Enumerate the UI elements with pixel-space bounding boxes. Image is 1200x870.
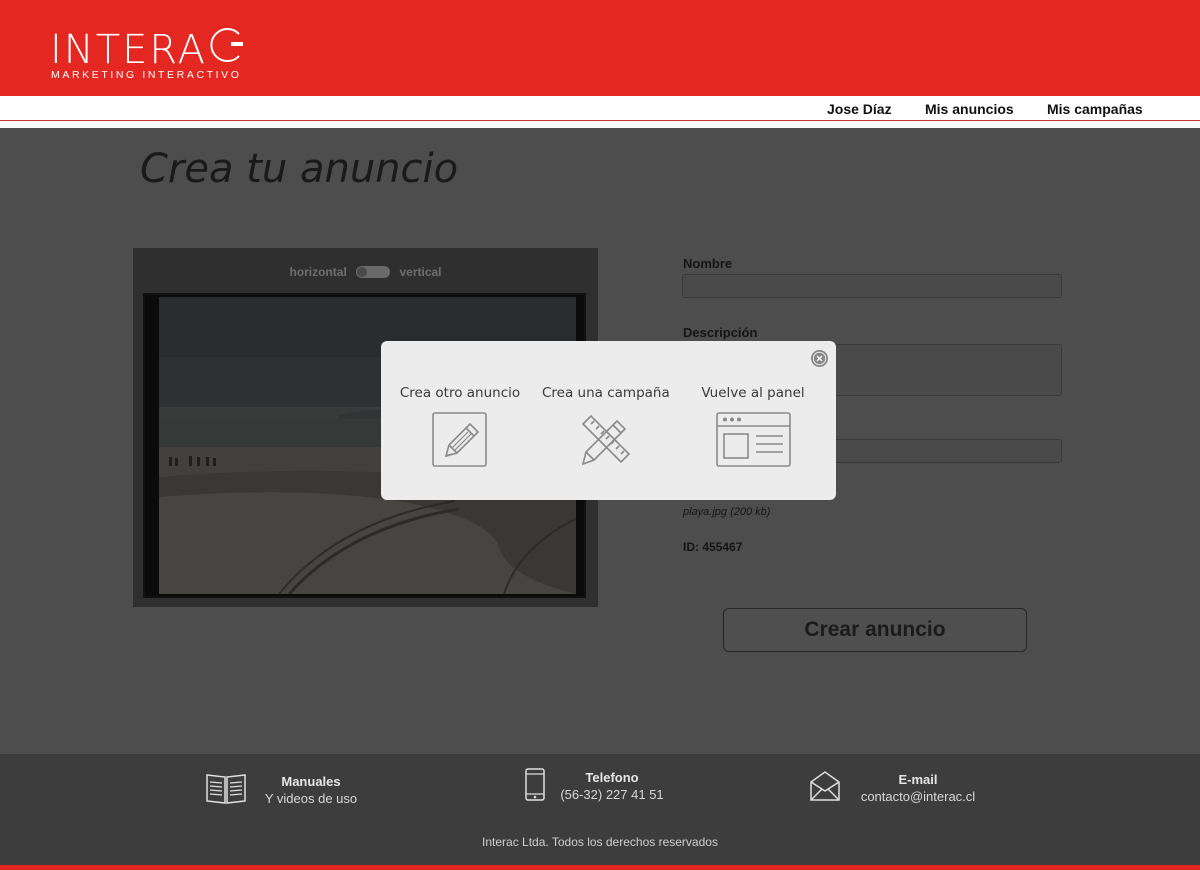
footer-phone-text: Telefono (56-32) 227 41 51: [554, 770, 670, 803]
footer-manuals-text: Manuales Y videos de uso: [260, 774, 362, 807]
footer-email-title: E-mail: [898, 772, 938, 787]
site-header: INTERA MARKETING INTERACTIVO: [0, 0, 1200, 96]
name-label: Nombre: [683, 256, 733, 271]
orientation-horizontal-label[interactable]: horizontal: [289, 265, 346, 279]
nav-divider: [0, 120, 1200, 121]
page-title: Crea tu anuncio: [140, 146, 459, 192]
footer-manuals-subtitle: Y videos de uso: [264, 791, 358, 806]
uploaded-file-name: playa.jpg (200 kb): [683, 506, 771, 518]
edit-icon: [432, 412, 487, 467]
nav-mis-anuncios[interactable]: Mis anuncios: [925, 101, 1014, 117]
toggle-knob: [357, 266, 368, 277]
footer-email-text: E-mail contacto@interac.cl: [851, 772, 985, 805]
option-create-another-ad[interactable]: Crea otro anuncio: [399, 385, 521, 475]
book-icon: [206, 774, 246, 804]
name-input[interactable]: [682, 274, 1062, 298]
browser-panel-icon: [716, 412, 791, 467]
success-modal: Crea otro anuncio Crea una campaña Vuelv…: [381, 341, 836, 500]
pencil-ruler-icon: [581, 414, 631, 466]
create-ad-button[interactable]: Crear anuncio: [723, 608, 1027, 652]
copyright-text: Interac Ltda. Todos los derechos reserva…: [482, 835, 718, 849]
ad-id: ID: 455467: [683, 540, 743, 554]
logo-c-mark: [210, 28, 243, 62]
interac-logo[interactable]: INTERA MARKETING INTERACTIVO: [50, 24, 250, 86]
footer-manuals[interactable]: Manuales Y videos de uso: [205, 768, 375, 808]
option-create-another-ad-label: Crea otro anuncio: [399, 385, 521, 401]
close-icon: [812, 351, 827, 366]
footer-email-address: contacto@interac.cl: [860, 789, 976, 804]
phone-icon: [525, 768, 545, 801]
footer-accent-bar: [0, 865, 1200, 870]
footer-phone[interactable]: Telefono (56-32) 227 41 51: [524, 768, 674, 808]
footer-phone-number: (56-32) 227 41 51: [560, 787, 664, 802]
footer-phone-title: Telefono: [585, 770, 639, 785]
footer-manuals-title: Manuales: [281, 774, 341, 789]
site-footer: Manuales Y videos de uso Telefono (56-32…: [0, 754, 1200, 865]
top-nav: Jose Díaz Mis anuncios Mis campañas: [0, 96, 1200, 128]
orientation-vertical-label[interactable]: vertical: [399, 265, 441, 279]
nav-mis-campanas[interactable]: Mis campañas: [1047, 101, 1143, 117]
logo-wordmark: INTERA: [50, 27, 207, 73]
description-label: Descripción: [683, 325, 758, 340]
footer-email[interactable]: E-mail contacto@interac.cl: [809, 768, 999, 808]
option-back-to-panel-label: Vuelve al panel: [701, 385, 805, 401]
orientation-toggle[interactable]: [356, 265, 391, 278]
option-create-campaign[interactable]: Crea una campaña: [542, 385, 670, 475]
envelope-icon: [810, 771, 840, 801]
option-back-to-panel[interactable]: Vuelve al panel: [694, 385, 812, 475]
option-create-campaign-label: Crea una campaña: [542, 385, 670, 401]
nav-user-name[interactable]: Jose Díaz: [827, 101, 892, 117]
modal-close-button[interactable]: [811, 350, 828, 367]
logo-tagline: MARKETING INTERACTIVO: [51, 69, 242, 81]
orientation-switch: horizontal vertical: [133, 264, 598, 279]
